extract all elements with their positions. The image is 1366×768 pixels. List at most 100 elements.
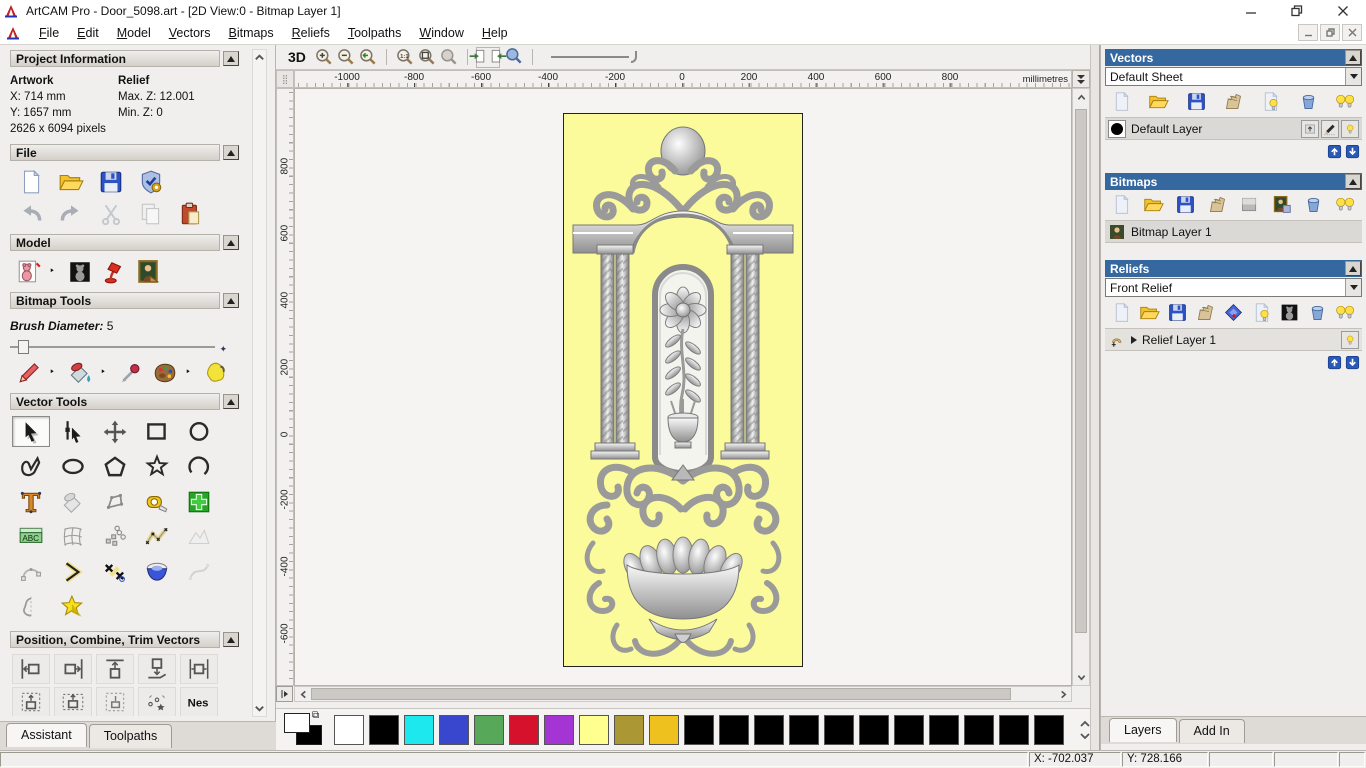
align-right-icon[interactable] [54, 654, 92, 684]
align-box1-icon[interactable] [12, 687, 50, 716]
menu-item-help[interactable]: Help [473, 23, 517, 43]
merge-icon[interactable] [1207, 194, 1228, 215]
zoom-in-icon[interactable] [314, 47, 334, 67]
colour-swatch-16[interactable] [894, 714, 924, 745]
wizard-star-icon[interactable] [54, 591, 92, 622]
zoom-object-icon[interactable] [439, 47, 459, 67]
pencil-icon[interactable] [16, 360, 42, 386]
flyout-arrow[interactable] [50, 368, 59, 378]
colour-swatch-3[interactable] [439, 714, 469, 745]
menu-item-window[interactable]: Window [410, 23, 472, 43]
zoom-scale-icon[interactable]: 1:1 [395, 47, 415, 67]
pan-left-icon[interactable] [468, 47, 488, 67]
tab-add-in[interactable]: Add In [1178, 719, 1245, 743]
canvas-viewport[interactable] [294, 88, 1072, 686]
zoom-previous-icon[interactable] [358, 47, 378, 67]
flyout-arrow[interactable] [50, 267, 59, 277]
open-icon[interactable] [1139, 302, 1160, 323]
scroll-left-icon[interactable] [296, 687, 310, 701]
delete-icon[interactable] [1307, 302, 1328, 323]
arrow-down-blue-icon[interactable] [1345, 355, 1360, 370]
tab-assistant[interactable]: Assistant [6, 723, 87, 747]
brush-diameter-slider[interactable]: ✦ [10, 340, 227, 354]
merge-up-icon-button[interactable] [1301, 119, 1319, 138]
colour-swatch-13[interactable] [789, 714, 819, 745]
colour-swatch-2[interactable] [404, 714, 434, 745]
toggle-3d-button[interactable]: 3D [284, 49, 310, 65]
vertical-scrollbar[interactable] [1072, 88, 1090, 686]
fit-arc-icon[interactable] [12, 556, 50, 587]
bulb-page-icon[interactable] [1260, 91, 1281, 112]
colour-swatch-10[interactable] [684, 714, 714, 745]
dropdown-arrow-icon[interactable] [1345, 279, 1361, 296]
collapse-button[interactable] [1345, 174, 1361, 189]
colour-swatch-20[interactable] [1034, 714, 1064, 745]
show-all-icon[interactable] [1335, 302, 1356, 323]
nesting-icon[interactable]: Nes [180, 687, 218, 716]
colour-swatch-6[interactable] [544, 714, 574, 745]
align-box3-icon[interactable] [96, 687, 134, 716]
node-path-icon[interactable] [138, 521, 176, 552]
menu-item-model[interactable]: Model [108, 23, 160, 43]
colour-swatch-14[interactable] [824, 714, 854, 745]
save-icon[interactable] [1186, 91, 1207, 112]
spline-faded-icon[interactable] [180, 556, 218, 587]
bitmap-layer-row[interactable]: Bitmap Layer 1 [1105, 220, 1362, 243]
open-file-icon[interactable] [58, 169, 84, 195]
artwork-canvas[interactable] [563, 113, 803, 667]
mirror-profile-icon[interactable] [12, 591, 50, 622]
healing-cross-icon[interactable] [180, 486, 218, 517]
open-icon[interactable] [1143, 194, 1164, 215]
collapse-button[interactable] [1345, 50, 1361, 65]
magnify-blue-icon[interactable] [504, 46, 524, 66]
dropdown-arrow-icon[interactable] [1345, 68, 1361, 85]
save-icon[interactable] [1167, 302, 1188, 323]
show-all-icon[interactable] [1335, 194, 1356, 215]
polyline-tool-icon[interactable] [96, 486, 134, 517]
eyedropper-icon[interactable] [118, 360, 144, 386]
block-paste-icon[interactable] [96, 521, 134, 552]
show-all-icon[interactable] [1335, 91, 1356, 112]
collapse-button[interactable] [1345, 261, 1361, 276]
join-vectors-icon[interactable] [54, 556, 92, 587]
flyout-arrow[interactable] [186, 368, 195, 378]
paste-weave-icon[interactable] [54, 486, 92, 517]
colour-swatch-11[interactable] [719, 714, 749, 745]
primary-colour-swatch[interactable] [284, 712, 310, 733]
expander-icon[interactable] [1131, 335, 1137, 344]
new-sheet-icon[interactable] [1111, 302, 1132, 323]
circle-tool-icon[interactable] [180, 416, 218, 447]
arrow-down-blue-icon[interactable] [1345, 144, 1360, 159]
greyscale-icon[interactable] [1239, 194, 1260, 215]
relief-select[interactable]: Front Relief [1105, 278, 1362, 297]
scroll-down-icon[interactable] [254, 703, 265, 714]
menu-item-file[interactable]: File [30, 23, 68, 43]
colour-swatch-7[interactable] [579, 714, 609, 745]
menu-item-toolpaths[interactable]: Toolpaths [339, 23, 411, 43]
teddy-notepad-icon[interactable] [16, 259, 42, 285]
menu-item-edit[interactable]: Edit [68, 23, 108, 43]
collapse-button[interactable] [223, 51, 239, 66]
select-tool-icon[interactable] [12, 416, 50, 447]
horizontal-scrollbar[interactable] [294, 686, 1072, 702]
layer-colour-swatch[interactable] [1108, 119, 1126, 138]
paint-pour-icon[interactable] [67, 360, 93, 386]
arc-tool-icon[interactable] [180, 451, 218, 482]
palette-up-icon[interactable] [1080, 720, 1090, 728]
collapse-button[interactable] [223, 145, 239, 160]
mdi-minimize-button[interactable] [1298, 24, 1318, 41]
colour-swatch-5[interactable] [509, 714, 539, 745]
scroll-up-icon[interactable] [254, 52, 265, 63]
lamp-icon[interactable] [101, 259, 127, 285]
teddy-dark-icon[interactable] [67, 259, 93, 285]
scroll-right-icon[interactable] [1056, 687, 1070, 701]
visibility-icon-button[interactable] [1341, 330, 1359, 349]
panel-splitter[interactable] [1090, 45, 1100, 750]
pane-split-button[interactable] [276, 686, 293, 702]
zoom-out-icon[interactable] [336, 47, 356, 67]
collapse-button[interactable] [223, 235, 239, 250]
vertical-scroll-thumb[interactable] [1075, 109, 1087, 633]
menu-item-vectors[interactable]: Vectors [160, 23, 220, 43]
measure-tool-icon[interactable] [138, 486, 176, 517]
mdi-close-button[interactable] [1342, 24, 1362, 41]
